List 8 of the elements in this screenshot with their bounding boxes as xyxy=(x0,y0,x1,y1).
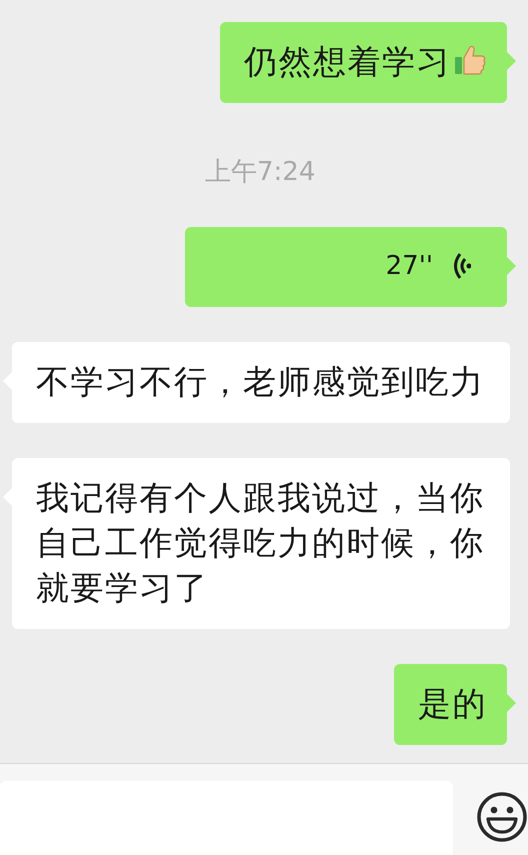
timestamp: 上午7:24 xyxy=(205,157,316,187)
smiley-icon[interactable] xyxy=(476,791,528,843)
message-text: 不学习不行，老师感觉到吃力 xyxy=(36,362,484,401)
message-text: 我记得有个人跟我说过，当你自己工作觉得吃力的时候，你就要学习了 xyxy=(36,478,484,607)
message-text: 仍然想着学习 xyxy=(244,42,451,81)
voice-wave-icon xyxy=(451,251,471,281)
voice-duration: 27'' xyxy=(386,250,433,282)
message-text: 是的 xyxy=(418,684,487,723)
